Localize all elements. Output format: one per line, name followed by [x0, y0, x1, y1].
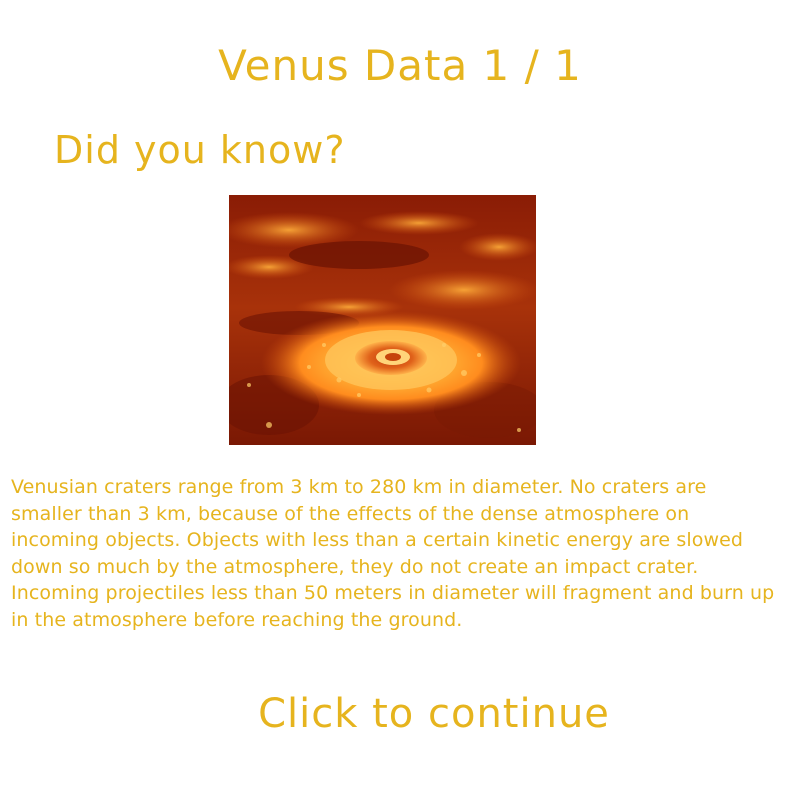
did-you-know-heading: Did you know? — [54, 128, 346, 172]
page-title: Venus Data 1 / 1 — [218, 41, 582, 90]
crater-fact-text: Venusian craters range from 3 km to 280 … — [11, 476, 775, 631]
venus-crater-image — [229, 195, 536, 445]
continue-button[interactable]: Click to continue — [0, 684, 800, 744]
